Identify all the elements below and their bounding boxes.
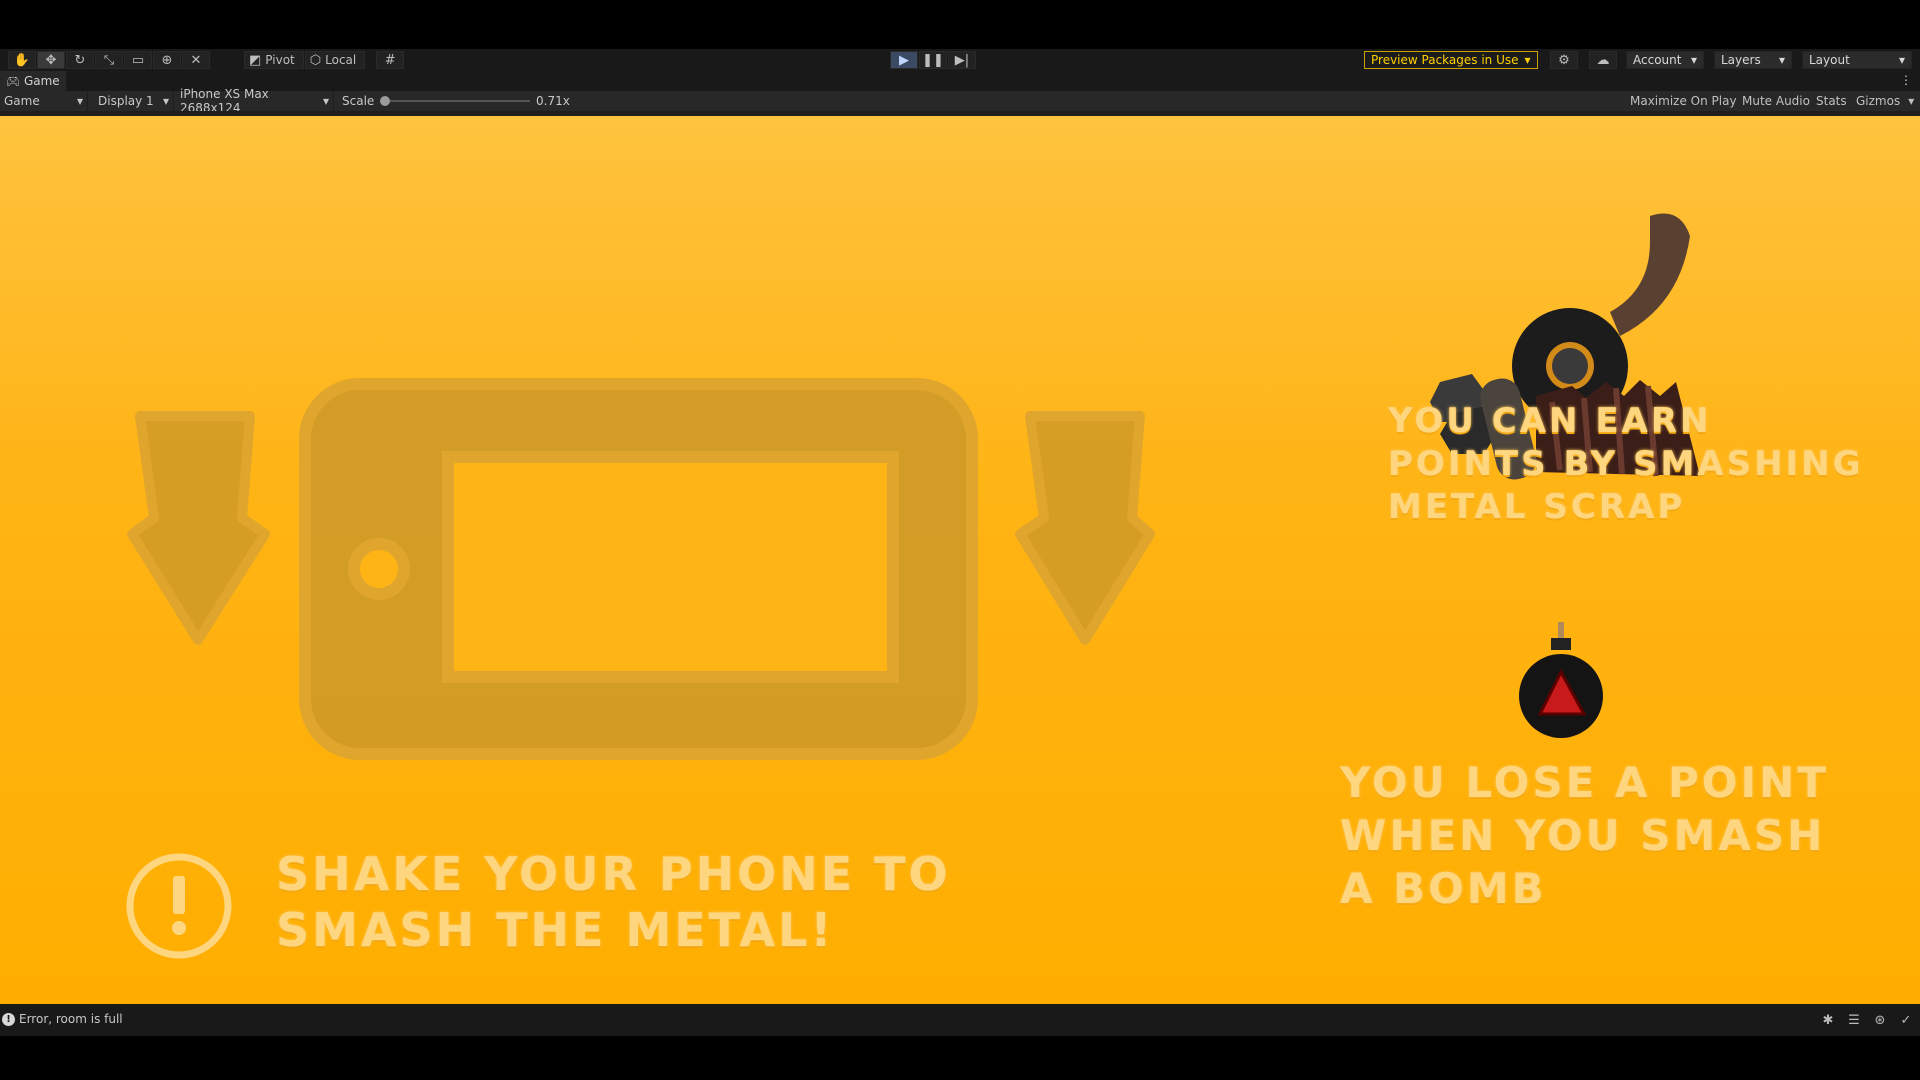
top-letterbox [0,0,1920,49]
chevron-down-icon: ▾ [76,94,83,108]
bomb-hint-line1: You lose a point [1340,758,1829,807]
display-dropdown[interactable]: Display 1 ▾ [94,91,174,111]
chevron-down-icon: ▾ [162,94,169,108]
layout-dropdown[interactable]: Layout ▾ [1802,51,1912,69]
grid-snap-icon[interactable]: # [376,51,405,69]
rect-tool-icon[interactable]: ▭ [124,51,152,69]
resolution-dropdown[interactable]: iPhone XS Max 2688x124 ▾ [176,87,334,115]
handle-toggles: ◩ Pivot ⬡ Local # [244,51,405,69]
shake-instruction-line2: smash the metal! [276,903,835,957]
layers-stack-icon[interactable]: ☰ [1846,1012,1862,1028]
scale-label: Scale [342,94,375,108]
settings-icon[interactable]: ⚙ [1550,51,1578,69]
status-icons: ✱ ☰ ⊛ ✓ [1820,1012,1914,1028]
mode-dropdown[interactable]: Game ▾ [0,91,88,111]
mute-audio-toggle[interactable]: Mute Audio [1742,91,1810,111]
chevron-down-icon: ▾ [1908,94,1915,108]
bomb-hint: You lose a point when you smash a bomb [1340,756,1829,915]
game-viewport[interactable]: Shake your phone to smash the metal! You… [0,116,1920,1004]
scale-slider-track[interactable] [386,100,530,102]
preview-packages-label: Preview Packages in Use [1371,53,1519,67]
mode-label: Game [4,94,40,108]
shake-instruction-line1: Shake your phone to [276,847,951,901]
chevron-down-icon: ▾ [1524,53,1531,67]
chevron-down-icon: ▾ [1690,53,1697,67]
scale-value: 0.71x [536,94,570,108]
layers-label: Layers [1721,53,1761,67]
scale-slider-handle[interactable] [380,96,390,106]
main-toolbar: ✋ ✥ ↻ ⤡ ▭ ⊕ ✕ ◩ Pivot ⬡ Local # ▶ ❚❚ ▶| Pr… [0,49,1920,71]
gamepad-icon: 🎮︎ [6,74,20,88]
pause-button[interactable]: ❚❚ [919,51,947,69]
pivot-icon: ◩ [249,52,262,68]
phone-home-button [348,538,410,600]
chevron-down-icon: ▾ [1778,53,1785,67]
bottom-letterbox [0,1036,1920,1080]
local-icon: ⬡ [309,52,322,68]
gizmos-label: Gizmos [1856,94,1901,108]
layers-dropdown[interactable]: Layers ▾ [1714,51,1792,69]
layout-label: Layout [1809,53,1850,67]
more-options-icon[interactable]: ⋮ [1900,73,1912,87]
step-button[interactable]: ▶| [948,51,976,69]
status-message: Error, room is full [19,1012,123,1026]
scale-tool-icon[interactable]: ⤡ [95,51,123,69]
display-label: Display 1 [98,94,154,108]
bomb-hint-line2: when you smash [1340,811,1826,860]
chevron-down-icon: ▾ [322,94,329,108]
status-bar: ! Error, room is full ✱ ☰ ⊛ ✓ [0,1004,1920,1036]
move-tool-icon[interactable]: ✥ [37,51,65,69]
scrap-hint: You can earn points by smashing metal sc… [1388,400,1864,529]
check-circle-icon[interactable]: ✓ [1898,1012,1914,1028]
bug-icon[interactable]: ✱ [1820,1012,1836,1028]
scrap-hint-line3: metal scrap [1388,487,1686,527]
cloud-icon[interactable]: ☁ [1589,51,1617,69]
account-label: Account [1633,53,1682,67]
hand-tool-icon[interactable]: ✋ [8,51,36,69]
left-down-arrow-icon [127,411,270,645]
scrap-hint-line1: You can earn [1388,401,1712,441]
preview-packages-button[interactable]: Preview Packages in Use ▾ [1364,51,1538,69]
local-toggle[interactable]: ⬡ Local [304,51,366,69]
scrap-hint-line2: points by smashing [1388,444,1864,484]
stats-toggle[interactable]: Stats [1816,91,1847,111]
rotate-tool-icon[interactable]: ↻ [66,51,94,69]
shake-instruction: Shake your phone to smash the metal! [276,846,951,958]
tab-game-label: Game [23,74,60,88]
bomb-icon [1519,622,1603,738]
right-down-arrow-icon [1015,411,1155,645]
tab-game[interactable]: 🎮︎ Game [0,71,66,91]
gizmos-toggle[interactable]: Gizmos ▾ [1856,91,1914,111]
account-dropdown[interactable]: Account ▾ [1626,51,1704,69]
play-button[interactable]: ▶ [890,51,918,69]
services-group: ⚙ ☁ [1550,51,1618,69]
network-icon[interactable]: ⊛ [1872,1012,1888,1028]
pivot-toggle[interactable]: ◩ Pivot [244,51,304,69]
local-label: Local [325,53,357,67]
pivot-label: Pivot [265,53,295,67]
chevron-down-icon: ▾ [1898,53,1905,67]
transform-tool-icon[interactable]: ⊕ [153,51,181,69]
bomb-hint-line3: a bomb [1340,864,1547,913]
phone-screen [442,451,899,683]
game-view-toolbar: Game ▾ Display 1 ▾ iPhone XS Max 2688x12… [0,87,1920,115]
custom-tool-icon[interactable]: ✕ [182,51,210,69]
console-status[interactable]: ! Error, room is full [2,1012,123,1026]
playmode-controls: ▶ ❚❚ ▶| [890,51,977,69]
maximize-on-play-toggle[interactable]: Maximize On Play [1630,91,1737,111]
error-icon: ! [2,1012,15,1026]
transform-tools: ✋ ✥ ↻ ⤡ ▭ ⊕ ✕ [8,51,211,69]
